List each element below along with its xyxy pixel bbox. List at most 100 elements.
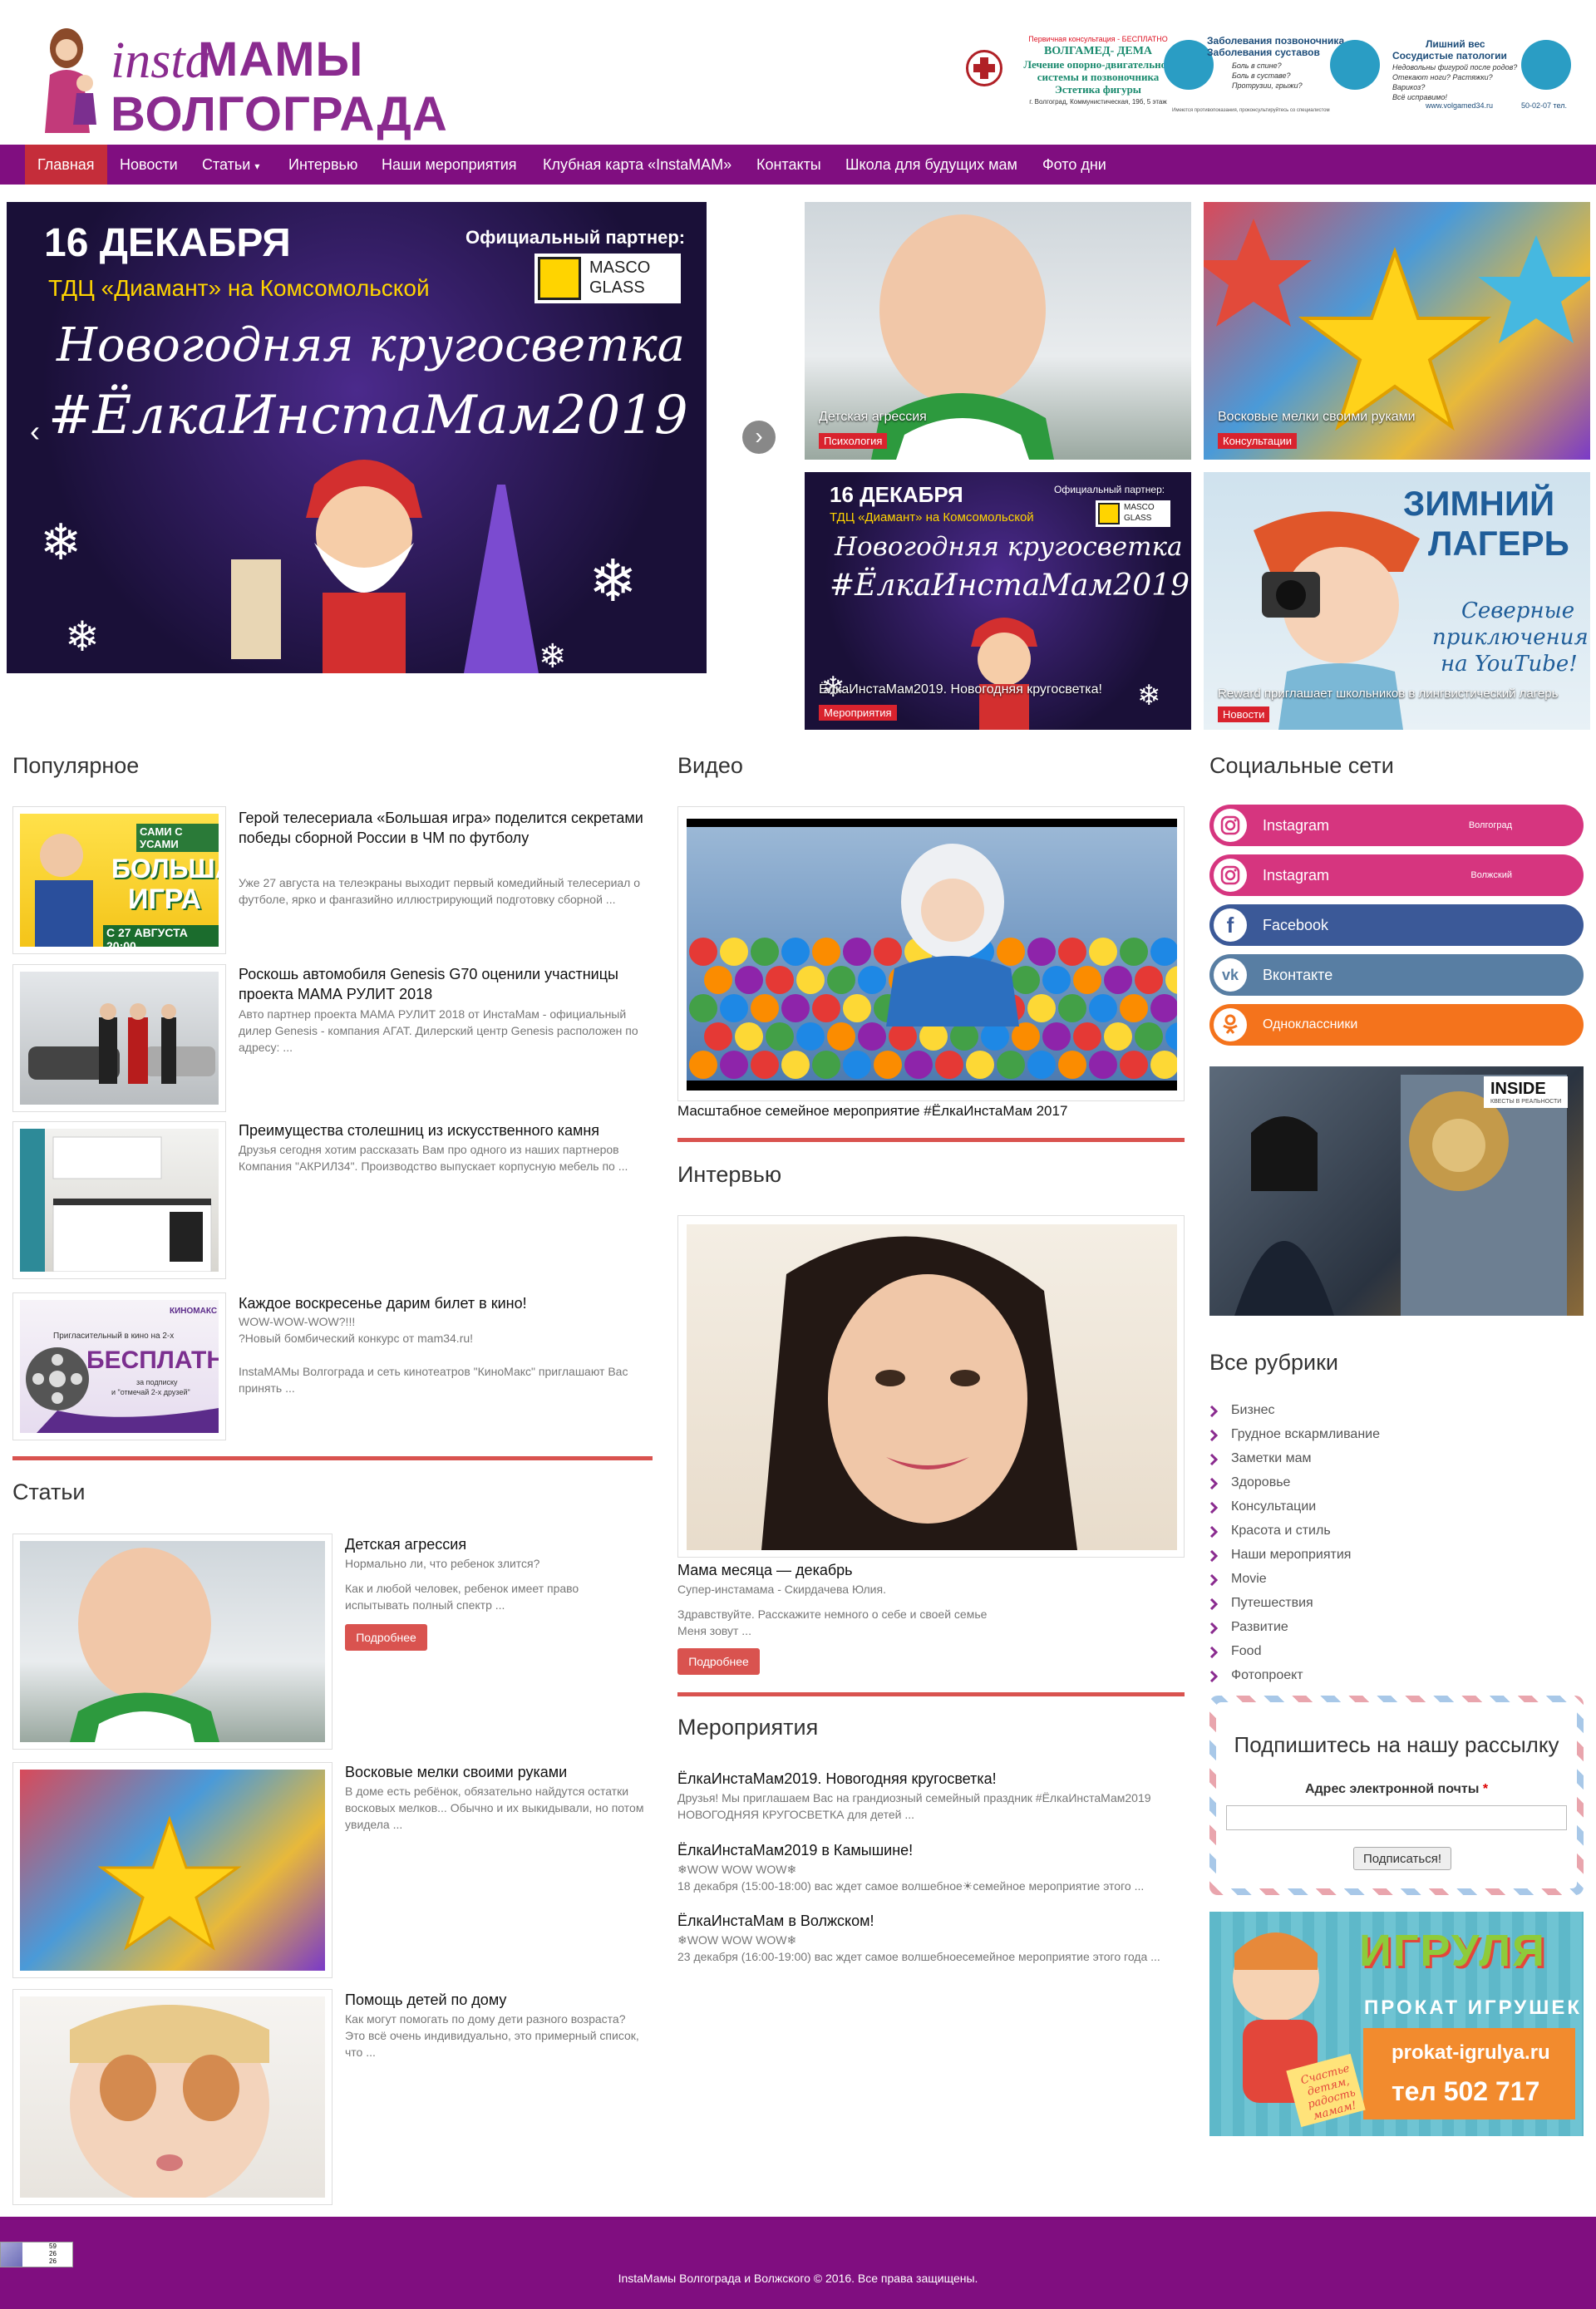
header-ad-banner[interactable]: Первичная консультация - БЕСПЛАТНО ВОЛГА…	[964, 32, 1579, 115]
inside-quest-banner[interactable]: INSIDE КВЕСТЫ В РЕАЛЬНОСТИ	[1209, 1066, 1584, 1316]
popular-thumb-1[interactable]: САМИ С УСАМИ БОЛЬШАЯ ИГРА С 27 АВГУСТА 2…	[12, 806, 226, 954]
subscribe-button[interactable]: Подписаться!	[1353, 1847, 1451, 1870]
ad-col3-title1: Лишний вес	[1426, 38, 1485, 50]
tile-tag[interactable]: Мероприятия	[819, 705, 897, 721]
nav-item-articles[interactable]: Статьи ▾	[190, 145, 272, 185]
popular-title-1[interactable]: Герой телесериала «Большая игра» поделит…	[239, 808, 646, 848]
article-thumb-2[interactable]	[12, 1762, 332, 1978]
thumb-big-text2: ИГРА	[128, 884, 201, 915]
popular-title-4[interactable]: Каждое воскресенье дарим билет в кино!	[239, 1293, 646, 1313]
interview-post-title[interactable]: Мама месяца — декабрь	[677, 1560, 1185, 1580]
social-label: Instagram	[1263, 817, 1330, 834]
section-divider	[12, 1456, 653, 1460]
article-excerpt-1a: Нормально ли, что ребенок злится?	[345, 1557, 540, 1570]
ad-col3-title2: Сосудистые патологии	[1392, 50, 1507, 62]
nav-item-photo-days[interactable]: Фото дни	[1030, 145, 1119, 185]
event-title-2[interactable]: ЁлкаИнстаМам2019 в Камышине!	[677, 1840, 1185, 1860]
article-thumb-3[interactable]	[12, 1989, 332, 2205]
article-thumb-1[interactable]	[12, 1534, 332, 1750]
interview-more-button[interactable]: Подробнее	[677, 1648, 760, 1675]
article-title-1[interactable]: Детская агрессия	[345, 1534, 653, 1554]
article-title-3[interactable]: Помощь детей по дому	[345, 1990, 653, 2010]
visit-counter[interactable]: 59 26 26	[0, 2242, 73, 2267]
rubric-label: Movie	[1231, 1572, 1267, 1586]
nav-item-club-card[interactable]: Клубная карта «InstaМАМ»	[530, 145, 744, 185]
odnoklassniki-icon	[1214, 1008, 1247, 1041]
popular-title-3[interactable]: Преимущества столешниц из искусственного…	[239, 1120, 646, 1140]
ad-brand: ВОЛГАМЕД- ДЕМА	[1043, 45, 1153, 57]
counter-views: 59	[49, 2243, 57, 2250]
nav-item-home[interactable]: Главная	[25, 145, 107, 185]
popular-excerpt-4a: WOW-WOW-WOW?!!!	[239, 1315, 356, 1328]
email-field[interactable]	[1226, 1805, 1567, 1830]
popular-excerpt-3: Друзья сегодня хотим рассказать Вам про …	[239, 1143, 628, 1173]
social-vkontakte[interactable]: vk Вконтакте	[1209, 954, 1584, 996]
slider-next-button[interactable]: ›	[742, 421, 776, 454]
chevron-right-icon	[1209, 1647, 1218, 1658]
instagram-icon	[1214, 809, 1247, 842]
event-excerpt-3b: 23 декабря (16:00-19:00) вас ждет самое …	[677, 1950, 1160, 1963]
chevron-right-icon	[1209, 1574, 1218, 1586]
social-instagram-volgograd[interactable]: Instagram Волгоград	[1209, 805, 1584, 846]
event-title-3[interactable]: ЁлкаИнстаМам в Волжском!	[677, 1911, 1185, 1931]
slider-prev-arrow[interactable]: ‹	[30, 414, 40, 449]
popular-excerpt-4b: ?Новый бомбический конкурс от mam34.ru!	[239, 1332, 474, 1345]
thumb-people	[35, 834, 93, 947]
required-marker: *	[1482, 1782, 1489, 1796]
articles-section-title: Статьи	[12, 1479, 86, 1504]
social-facebook[interactable]: f Facebook	[1209, 904, 1584, 946]
igrulya-sub: ПРОКАТ ИГРУШЕК	[1364, 1996, 1582, 2019]
tile-winter-camp[interactable]: ЗИМНИЙ ЛАГЕРЬ Северные приключения на Yo…	[1204, 472, 1590, 730]
nav-item-interviews[interactable]: Интервью	[276, 145, 370, 185]
nav-item-news[interactable]: Новости	[107, 145, 190, 185]
ad-col3-q1: Недовольны фигурой после родов?	[1392, 63, 1518, 71]
rubric-label: Путешествия	[1231, 1596, 1313, 1610]
nav-item-events[interactable]: Наши мероприятия	[369, 145, 530, 185]
facebook-icon: f	[1214, 908, 1247, 942]
rubric-label: Развитие	[1231, 1620, 1288, 1634]
nav-item-school[interactable]: Школа для будущих мам	[833, 145, 1030, 185]
chevron-right-icon	[1209, 1430, 1218, 1441]
leg-icon	[1521, 40, 1571, 90]
video-frame	[687, 819, 1177, 1090]
tile-child-aggression[interactable]: Детская агрессия Психология	[805, 202, 1191, 460]
event-title-1[interactable]: ЁлкаИнстаМам2019. Новогодняя кругосветка…	[677, 1769, 1185, 1789]
ad-line2: системы и позвоночника	[1037, 71, 1160, 83]
social-odnoklassniki[interactable]: Одноклассники	[1209, 1004, 1584, 1046]
tile-elka-2019[interactable]: 16 ДЕКАБРЯ ТДЦ «Диамант» на Комсомольско…	[805, 472, 1191, 730]
tile-tag[interactable]: Психология	[819, 433, 888, 449]
svg-text:❄: ❄	[65, 613, 100, 660]
thumb-image-girl	[20, 1996, 325, 2198]
article-excerpt-3: Как могут помогать по дому дети разного …	[345, 2012, 639, 2059]
popular-thumb-3[interactable]	[12, 1121, 226, 1279]
nav-item-contacts[interactable]: Контакты	[744, 145, 834, 185]
popular-thumb-4[interactable]: КИНОМАКС Пригласительный в кино на 2-х Б…	[12, 1292, 226, 1440]
portrait-image	[687, 1224, 1177, 1550]
rubric-label: Консультации	[1231, 1499, 1317, 1514]
social-label: Facebook	[1263, 917, 1329, 933]
article-title-2[interactable]: Восковые мелки своими руками	[345, 1762, 653, 1782]
interview-excerpt-1: Здравствуйте. Расскажите немного о себе …	[677, 1607, 988, 1621]
interview-subtitle: Супер-инстамама - Скирдачева Юлия.	[677, 1583, 886, 1596]
svg-text:❄: ❄	[539, 638, 567, 673]
ad-free-text: Первичная консультация - БЕСПЛАТНО	[1028, 35, 1168, 43]
main-slider[interactable]: 16 ДЕКАБРЯ ТДЦ «Диамант» на Комсомольско…	[7, 202, 707, 673]
video-player[interactable]	[677, 806, 1185, 1101]
article-more-button[interactable]: Подробнее	[345, 1624, 427, 1651]
star-crayon-illustration	[97, 1815, 242, 1951]
interview-photo[interactable]	[677, 1215, 1185, 1558]
popular-thumb-2[interactable]	[12, 964, 226, 1112]
popular-excerpt-1: Уже 27 августа на телеэкраны выходит пер…	[239, 876, 641, 906]
chevron-right-icon	[1209, 1526, 1218, 1538]
video-caption[interactable]: Масштабное семейное мероприятие #ЁлкаИнс…	[677, 1101, 1185, 1121]
tile-tag[interactable]: Консультации	[1218, 433, 1298, 449]
igrulya-phone: тел 502 717	[1392, 2076, 1540, 2106]
rubric-label: Красота и стиль	[1231, 1524, 1331, 1538]
social-instagram-volzhsky[interactable]: Instagram Волжский	[1209, 854, 1584, 896]
tile-tag[interactable]: Новости	[1218, 706, 1270, 722]
popular-title-2[interactable]: Роскошь автомобиля Genesis G70 оценили у…	[239, 964, 646, 1004]
igrulya-banner[interactable]: ИГРУЛЯ ПРОКАТ ИГРУШЕК prokat-igrulya.ru …	[1209, 1912, 1584, 2136]
thumb-top-text: САМИ С УСАМИ	[136, 824, 219, 852]
tile-wax-crayons[interactable]: Восковые мелки своими руками Консультаци…	[1204, 202, 1590, 460]
thumb-big-text1: БОЛЬШАЯ	[111, 854, 219, 884]
